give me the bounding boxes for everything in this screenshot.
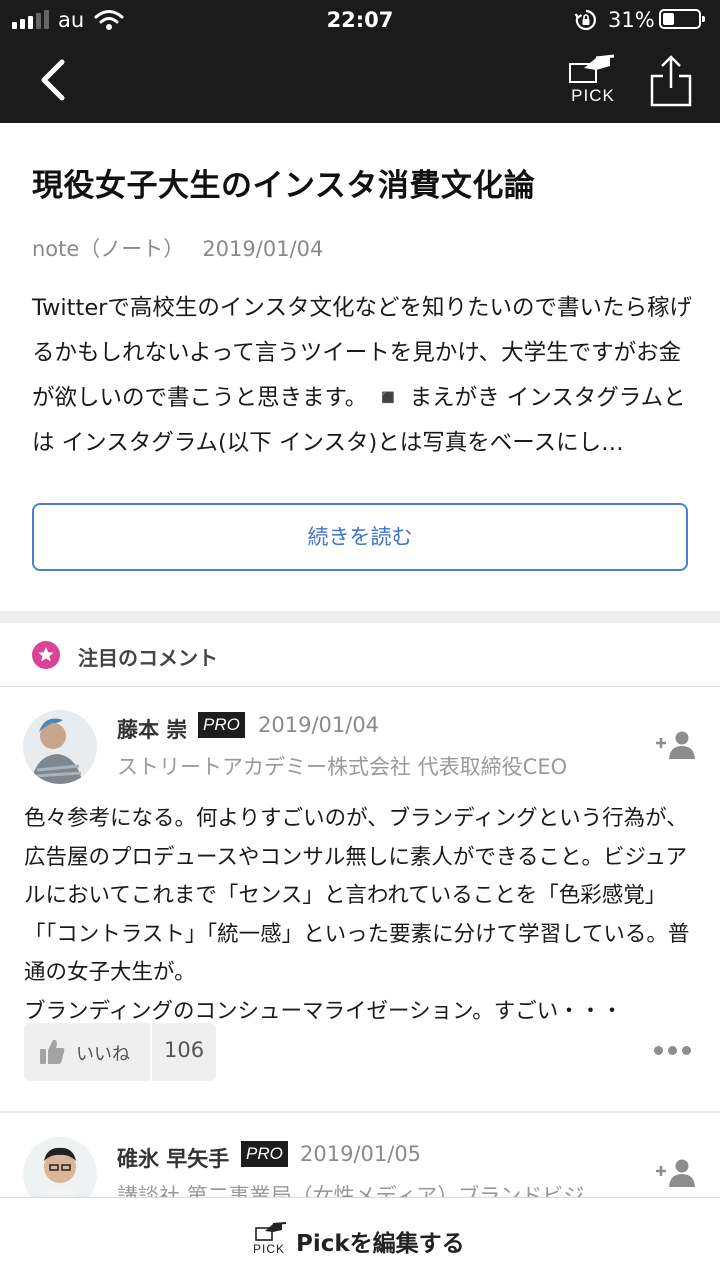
back-button[interactable]	[30, 54, 78, 106]
follow-user-icon[interactable]	[654, 730, 696, 760]
article-meta: note（ノート） 2019/01/04	[32, 233, 323, 263]
follow-user-icon[interactable]	[654, 1158, 696, 1188]
bottom-bar: PICK Pickを編集する	[0, 1197, 720, 1282]
more-options-icon[interactable]	[654, 1046, 691, 1055]
article-source: note（ノート）	[32, 237, 185, 261]
pick-label: PICK	[253, 1242, 286, 1256]
star-icon	[32, 641, 60, 669]
article-date: 2019/01/04	[202, 237, 324, 261]
avatar[interactable]	[23, 710, 97, 784]
commenter-name[interactable]: 碓氷 早矢手	[117, 1143, 229, 1173]
like-label: いいね	[76, 1044, 130, 1065]
pick-icon	[569, 54, 615, 83]
comment-date: 2019/01/05	[300, 1142, 422, 1166]
pick-icon	[255, 1222, 287, 1241]
edit-pick-button[interactable]: PICK Pickを編集する	[240, 1198, 480, 1282]
section-divider	[0, 611, 720, 623]
pick-label: PICK	[571, 86, 615, 105]
pro-badge: PRO	[241, 1141, 288, 1167]
battery-icon	[659, 9, 705, 29]
rotation-lock-icon	[574, 9, 596, 31]
like-button[interactable]: いいね 106	[24, 1023, 216, 1081]
like-count: 106	[164, 1038, 205, 1062]
battery-percent: 31%	[608, 8, 655, 32]
status-bar: au 22:07 31%	[0, 0, 720, 40]
section-title: 注目のコメント	[78, 646, 218, 670]
article-title[interactable]: 現役女子大生のインスタ消費文化論	[32, 160, 535, 205]
comment-divider	[0, 1111, 720, 1113]
pick-button[interactable]: PICK	[566, 54, 620, 108]
commenter-name[interactable]: 藤本 崇	[117, 714, 187, 744]
article-excerpt: Twitterで高校生のインスタ文化などを知りたいので書いたら稼げるかもしれない…	[32, 295, 692, 456]
commenter-title: ストリートアカデミー株式会社 代表取締役CEO	[117, 755, 568, 779]
share-icon[interactable]	[648, 54, 694, 108]
comment-date: 2019/01/04	[258, 713, 380, 737]
featured-comments-header: 注目のコメント	[0, 623, 720, 687]
thumbs-up-icon	[40, 1039, 65, 1064]
comment-body: 色々参考になる。何よりすごいのが、ブランディングという行為が、広告屋のプロデュー…	[24, 806, 690, 1024]
edit-pick-label: Pickを編集する	[296, 1231, 465, 1257]
pro-badge: PRO	[198, 712, 245, 738]
top-bar: au 22:07 31% PICK	[0, 0, 720, 123]
read-more-button[interactable]: 続きを読む	[32, 503, 688, 571]
